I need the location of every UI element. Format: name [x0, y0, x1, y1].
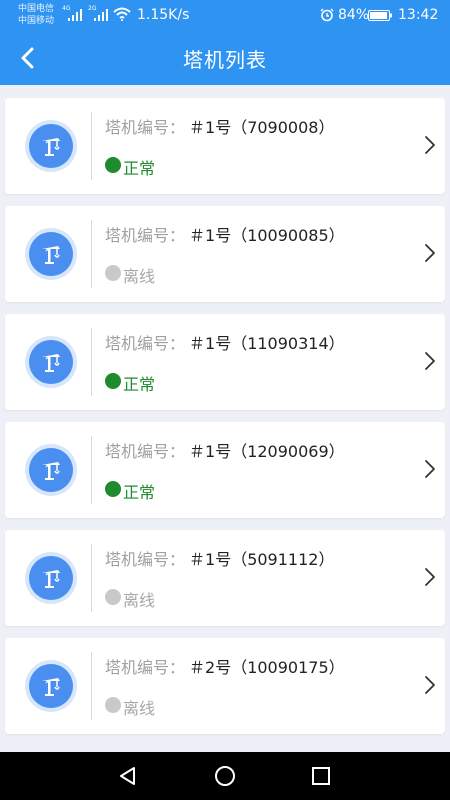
network-speed: 1.15K/s: [137, 7, 190, 23]
status-text: 离线: [123, 267, 156, 286]
avatar-circle: [29, 556, 73, 600]
status-dot: [105, 697, 121, 713]
chevron-right-icon[interactable]: [423, 674, 437, 696]
crane-code-value: ＃1号（7090008）: [189, 118, 335, 137]
divider: [91, 652, 92, 720]
crane-code-label: 塔机编号：: [105, 118, 186, 137]
crane-code-row: 塔机编号： ＃1号（11090314）: [105, 330, 345, 354]
status-bar: 中国电信 中国移动 4G 2G 1.15K/s 84% 13:42: [0, 0, 450, 32]
crane-code-value: ＃2号（10090175）: [189, 658, 345, 677]
page-title: 塔机列表: [183, 48, 267, 72]
status-text: 离线: [123, 591, 156, 610]
clock: 13:42: [398, 7, 439, 23]
chevron-right-icon[interactable]: [423, 566, 437, 588]
back-triangle-icon[interactable]: [116, 764, 140, 788]
crane-code-row: 塔机编号： ＃1号（7090008）: [105, 114, 334, 138]
crane-code-value: ＃1号（12090069）: [189, 442, 345, 461]
crane-code-row: 塔机编号： ＃1号（5091112）: [105, 546, 334, 570]
tower-crane-icon: [42, 246, 60, 264]
crane-list-item[interactable]: 塔机编号： ＃1号（10090085） 离线: [5, 206, 445, 302]
carrier-labels: 中国电信 中国移动: [18, 3, 54, 27]
crane-list-item[interactable]: 塔机编号： ＃1号（11090314） 正常: [5, 314, 445, 410]
avatar-circle: [29, 448, 73, 492]
crane-list-item[interactable]: 塔机编号： ＃1号（12090069） 正常: [5, 422, 445, 518]
system-nav-bar: [0, 752, 450, 800]
home-circle-icon[interactable]: [213, 764, 237, 788]
crane-list-item[interactable]: 塔机编号： ＃1号（7090008） 正常: [5, 98, 445, 194]
divider: [91, 112, 92, 180]
tower-crane-icon: [42, 678, 60, 696]
divider: [91, 220, 92, 288]
app-header: 中国电信 中国移动 4G 2G 1.15K/s 84% 13:42 塔机列表: [0, 0, 450, 85]
crane-list-item[interactable]: 塔机编号： ＃2号（10090175） 离线: [5, 638, 445, 734]
alarm-clock-icon: [320, 8, 334, 22]
avatar-circle: [29, 124, 73, 168]
tower-crane-icon: [42, 462, 60, 480]
crane-code-row: 塔机编号： ＃1号（10090085）: [105, 222, 345, 246]
crane-list-item[interactable]: 塔机编号： ＃1号（5091112） 离线: [5, 530, 445, 626]
carrier-2: 中国移动: [18, 16, 55, 26]
crane-code-row: 塔机编号： ＃2号（10090175）: [105, 654, 345, 678]
chevron-right-icon[interactable]: [423, 350, 437, 372]
battery-percent: 84%: [338, 7, 370, 23]
crane-avatar: [25, 336, 77, 388]
carrier-1: 中国电信: [18, 4, 55, 14]
tower-crane-icon: [42, 354, 60, 372]
avatar-circle: [29, 664, 73, 708]
chevron-right-icon[interactable]: [423, 242, 437, 264]
crane-code-label: 塔机编号：: [105, 442, 186, 461]
crane-avatar: [25, 444, 77, 496]
status-text: 正常: [123, 375, 156, 394]
tower-crane-icon: [42, 570, 60, 588]
crane-code-label: 塔机编号：: [105, 226, 186, 245]
recents-square-icon[interactable]: [309, 764, 333, 788]
crane-code-row: 塔机编号： ＃1号（12090069）: [105, 438, 345, 462]
status-dot: [105, 589, 121, 605]
wifi-icon: [113, 7, 131, 21]
crane-avatar: [25, 228, 77, 280]
avatar-circle: [29, 232, 73, 276]
status-text: 离线: [123, 699, 156, 718]
chevron-right-icon[interactable]: [423, 458, 437, 480]
crane-code-label: 塔机编号：: [105, 550, 186, 569]
crane-code-value: ＃1号（5091112）: [189, 550, 335, 569]
avatar-circle: [29, 340, 73, 384]
status-dot: [105, 157, 121, 173]
signal-bars-icon: [68, 9, 82, 21]
status-dot: [105, 481, 121, 497]
divider: [91, 544, 92, 612]
status-text: 正常: [123, 159, 156, 178]
crane-code-value: ＃1号（10090085）: [189, 226, 345, 245]
battery-icon: [368, 10, 392, 21]
signal-bars-icon: [94, 9, 108, 21]
crane-avatar: [25, 552, 77, 604]
crane-avatar: [25, 660, 77, 712]
divider: [91, 328, 92, 396]
status-dot: [105, 265, 121, 281]
tower-crane-icon: [42, 138, 60, 156]
divider: [91, 436, 92, 504]
crane-code-label: 塔机编号：: [105, 334, 186, 353]
chevron-right-icon[interactable]: [423, 134, 437, 156]
crane-code-label: 塔机编号：: [105, 658, 186, 677]
crane-avatar: [25, 120, 77, 172]
status-text: 正常: [123, 483, 156, 502]
status-dot: [105, 373, 121, 389]
crane-code-value: ＃1号（11090314）: [189, 334, 345, 353]
